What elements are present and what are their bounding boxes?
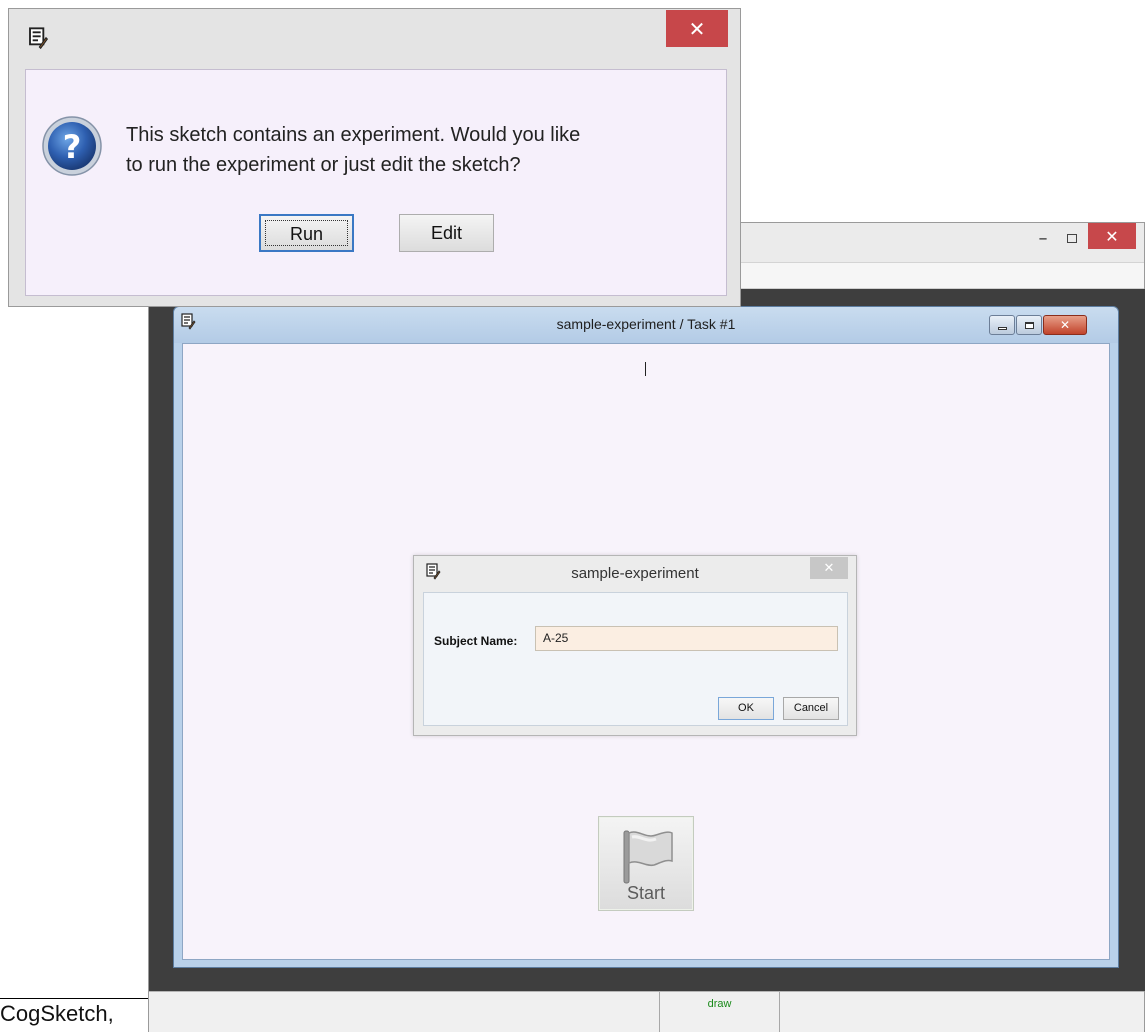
ok-button[interactable]: OK <box>718 697 774 720</box>
cogsketch-app-icon <box>29 27 49 50</box>
maximize-icon <box>1024 321 1034 329</box>
dialog-close-button[interactable]: ✕ <box>666 10 728 47</box>
svg-text:?: ? <box>63 128 82 166</box>
subject-name-label: Subject Name: <box>434 634 518 648</box>
subject-name-dialog: sample-experiment ✕ Subject Name: A-25 O… <box>413 555 857 736</box>
dialog-title: sample-experiment <box>571 565 699 582</box>
status-bar: draw <box>149 991 1144 1032</box>
message-line-1: This sketch contains an experiment. Woul… <box>126 124 581 146</box>
close-button[interactable]: ✕ <box>1088 223 1136 249</box>
subject-name-input[interactable]: A-25 <box>535 626 838 651</box>
dialog-titlebar: ✕ <box>9 9 740 67</box>
task-minimize-button[interactable] <box>989 315 1015 335</box>
message-line-2: to run the experiment or just edit the s… <box>126 154 521 176</box>
status-mode: draw <box>659 992 780 1032</box>
task-close-button[interactable]: ✕ <box>1043 315 1087 335</box>
dialog-body: ? This sketch contains an experiment. Wo… <box>25 69 727 296</box>
maximize-icon <box>1067 233 1077 243</box>
dialog-body: Subject Name: A-25 OK Cancel <box>423 592 848 726</box>
flag-icon <box>623 830 673 884</box>
question-icon: ? <box>42 116 102 176</box>
run-button[interactable]: Run <box>259 214 354 252</box>
task-window-title: sample-experiment / Task #1 <box>556 316 736 332</box>
edit-button[interactable]: Edit <box>399 214 494 252</box>
dialog-message: This sketch contains an experiment. Woul… <box>126 120 726 180</box>
focus-outline <box>265 220 348 246</box>
run-or-edit-dialog: ✕ ? This sketch contains an experiment. … <box>8 8 741 307</box>
task-titlebar: sample-experiment / Task #1 ✕ <box>174 307 1118 343</box>
task-maximize-button[interactable] <box>1016 315 1042 335</box>
start-label: Start <box>626 883 665 903</box>
minimize-icon <box>997 326 1007 330</box>
maximize-button[interactable] <box>1057 223 1087 253</box>
caption-text: CogSketch, <box>0 998 148 1032</box>
start-button[interactable]: Start <box>598 816 694 911</box>
minimize-button[interactable]: – <box>1029 223 1057 253</box>
cancel-button[interactable]: Cancel <box>783 697 839 720</box>
dialog-close-button[interactable]: ✕ <box>810 557 848 579</box>
text-cursor <box>645 362 646 376</box>
